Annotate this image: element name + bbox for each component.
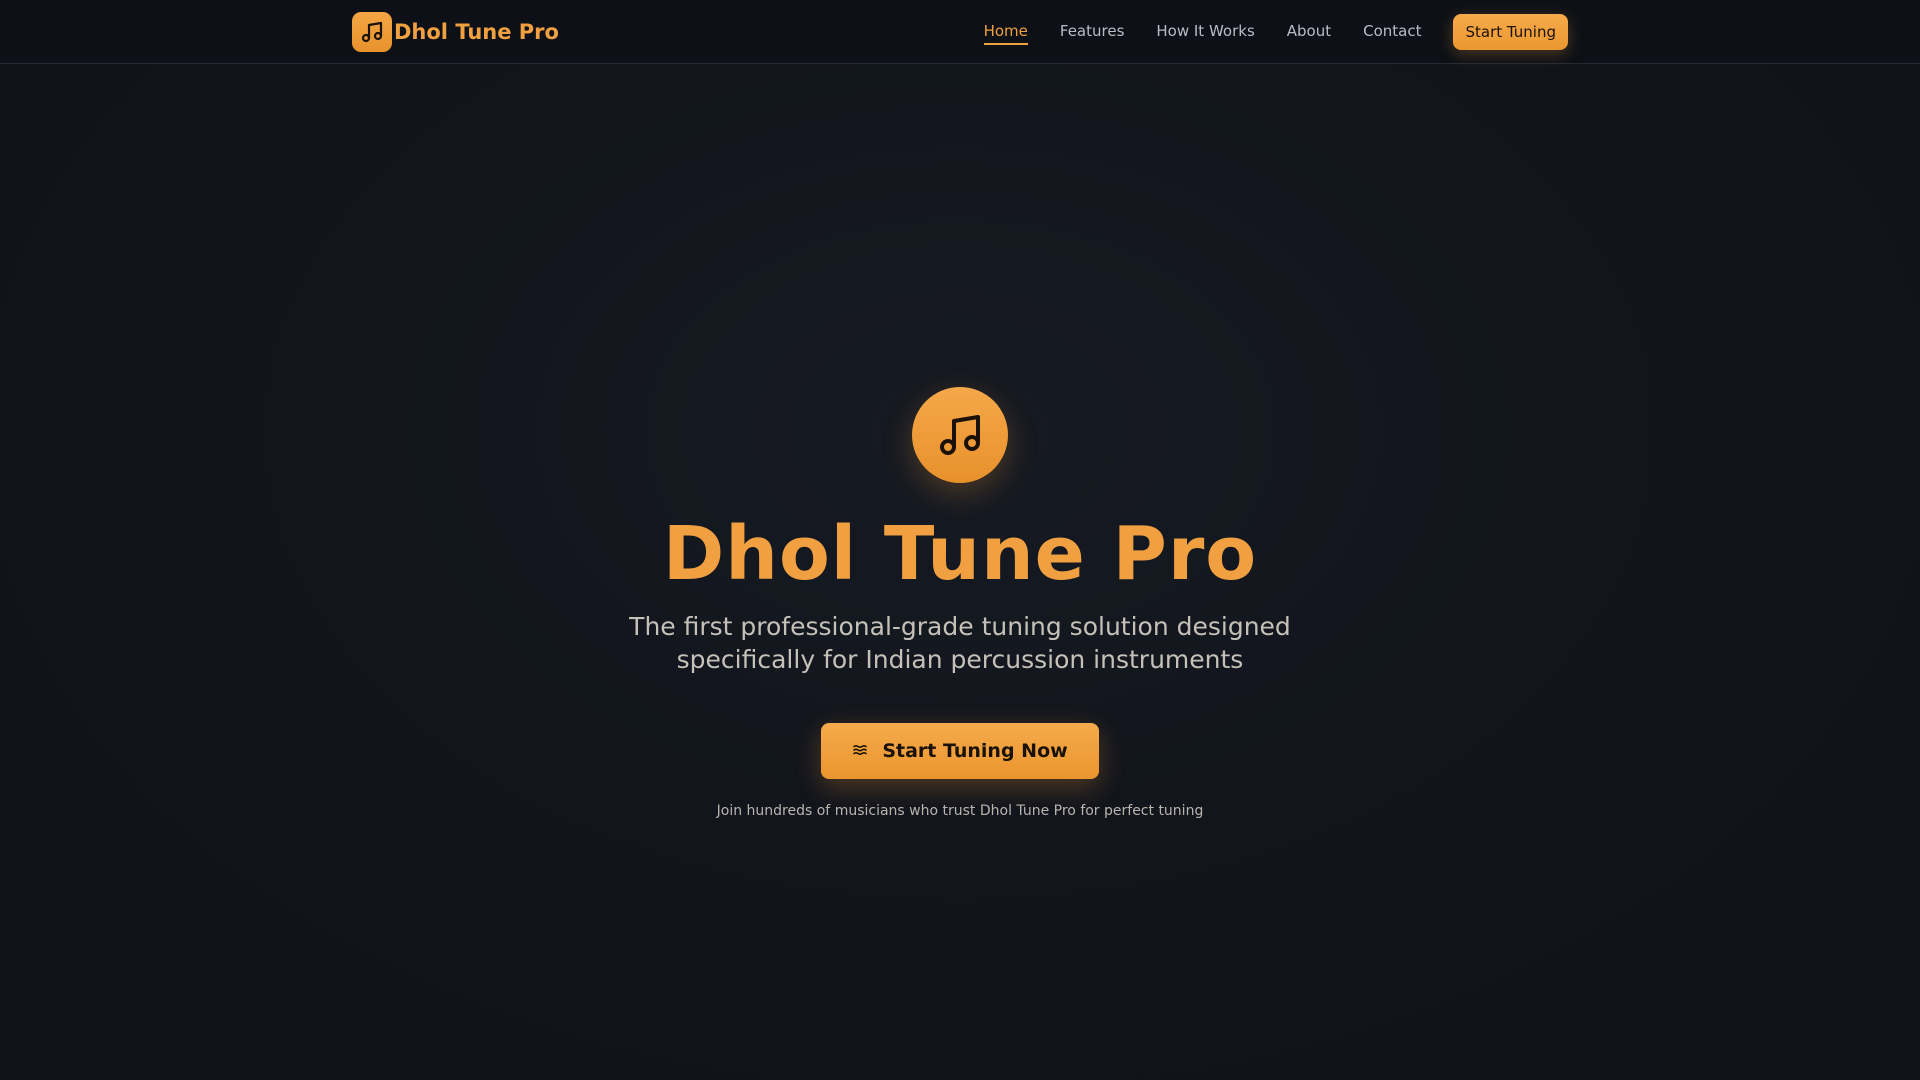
- music-note-icon: [912, 387, 1008, 483]
- hero-section: Dhol Tune Pro The first professional-gra…: [0, 0, 1920, 1080]
- waves-icon: [852, 742, 868, 761]
- start-tuning-now-label: Start Tuning Now: [882, 740, 1068, 762]
- start-tuning-now-button[interactable]: Start Tuning Now: [821, 723, 1099, 779]
- hero-title: Dhol Tune Pro: [662, 511, 1258, 597]
- hero-note: Join hundreds of musicians who trust Dho…: [716, 803, 1204, 819]
- hero-subtitle: The first professional-grade tuning solu…: [629, 612, 1291, 674]
